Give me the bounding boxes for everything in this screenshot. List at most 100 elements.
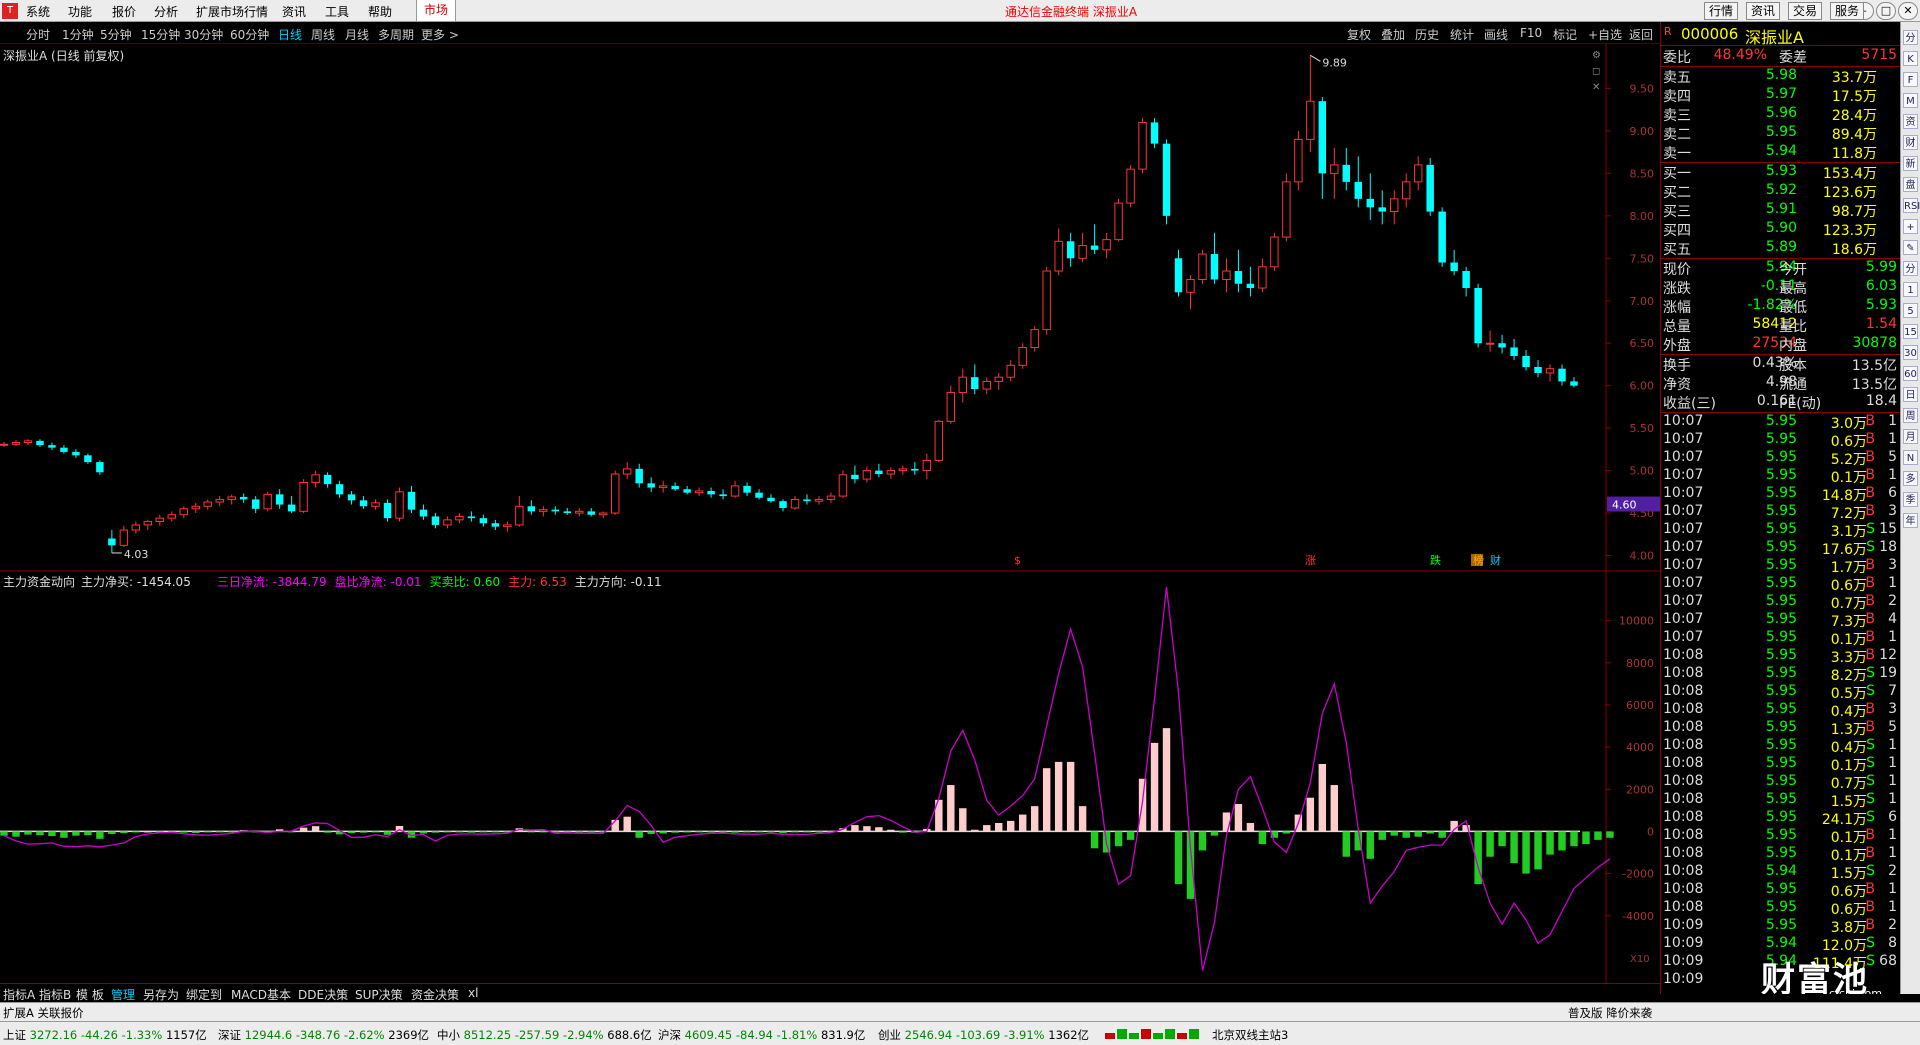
event-marker[interactable]: 榜 [1473, 553, 1484, 567]
ask-row[interactable]: 卖四 5.97 17.5万 [1661, 86, 1900, 105]
maximize-icon[interactable]: □ [1876, 2, 1896, 20]
menu-item-7[interactable]: 帮助 [368, 3, 392, 20]
side-tool-icon[interactable]: 周 [1903, 408, 1918, 423]
period-9[interactable]: 多周期 [378, 26, 414, 43]
server-name[interactable]: 北京双线主站3 [1212, 1027, 1288, 1043]
side-tool-icon[interactable]: 15 [1903, 324, 1918, 339]
toolbar-0[interactable]: 复权 [1347, 26, 1371, 43]
side-tool-icon[interactable]: 日 [1903, 387, 1918, 402]
side-tool-icon[interactable]: 新 [1903, 156, 1918, 171]
index-3[interactable]: 沪深 4609.45 -84.94 -1.81% 831.9亿 [658, 1027, 865, 1043]
toolbar-2[interactable]: 历史 [1415, 26, 1439, 43]
period-3[interactable]: 15分钟 [141, 26, 180, 43]
bottom-tab-6[interactable]: MACD基本 [231, 986, 291, 1003]
index-0[interactable]: 上证 3272.16 -44.26 -1.33% 1157亿 [3, 1027, 207, 1043]
side-tool-icon[interactable]: 1 [1903, 282, 1918, 297]
side-tool-icon[interactable]: 多 [1903, 471, 1918, 486]
menu-item-0[interactable]: 系统 [26, 3, 50, 20]
promo-text[interactable]: 普及版 降价来袭 [1568, 1005, 1652, 1021]
chart-close-icon[interactable]: ✕ [1592, 82, 1600, 93]
kline-chart[interactable]: 9.50 9.00 8.50 8.00 7.50 7.00 6.50 6.00 5.50 5.00… [0, 44, 1660, 994]
event-marker[interactable]: 涨 [1305, 554, 1316, 567]
ext-link[interactable]: 扩展A 关联报价 [3, 1005, 84, 1021]
bid-row[interactable]: 买二 5.92 123.6万 [1661, 182, 1900, 201]
bid-row[interactable]: 买四 5.90 123.3万 [1661, 220, 1900, 239]
bottom-tab-3[interactable]: 管理 [111, 986, 135, 1003]
side-tool-icon[interactable]: + [1903, 219, 1918, 234]
bid-row[interactable]: 买三 5.91 98.7万 [1661, 201, 1900, 220]
chart-settings-icon[interactable]: ⚙ [1592, 50, 1601, 61]
side-tool-icon[interactable]: N [1903, 450, 1918, 465]
ask-row[interactable]: 卖五 5.98 33.7万 [1661, 67, 1900, 86]
period-1[interactable]: 1分钟 [62, 26, 94, 43]
side-tool-icon[interactable]: 财 [1903, 135, 1918, 150]
event-marker[interactable]: $ [1014, 554, 1021, 567]
event-marker[interactable]: 跌 [1430, 553, 1441, 567]
period-5[interactable]: 60分钟 [230, 26, 269, 43]
side-tool-icon[interactable]: 月 [1903, 429, 1918, 444]
close-icon[interactable]: ✕ [1898, 2, 1918, 20]
side-tool-icon[interactable]: ✎ [1903, 240, 1918, 255]
side-tool-icon[interactable]: M [1903, 93, 1918, 108]
index-1[interactable]: 深证 12944.6 -348.76 -2.62% 2369亿 [218, 1027, 429, 1043]
menu-item-2[interactable]: 报价 [112, 3, 136, 20]
period-10[interactable]: 更多 > [421, 26, 459, 43]
bid-volume: 153.4万 [1822, 166, 1877, 182]
side-tool-icon[interactable]: 季 [1903, 492, 1918, 507]
period-8[interactable]: 月线 [345, 26, 369, 43]
toolbar-3[interactable]: 统计 [1450, 26, 1474, 43]
side-tool-icon[interactable]: RSI [1903, 198, 1920, 213]
chart-window-icon[interactable]: ◻ [1592, 66, 1600, 77]
ask-row[interactable]: 卖一 5.94 11.8万 [1661, 143, 1900, 162]
ask-row[interactable]: 卖三 5.96 28.4万 [1661, 105, 1900, 124]
chart-area[interactable]: 9.50 9.00 8.50 8.00 7.50 7.00 6.50 6.00 5.50 5.00… [0, 44, 1660, 994]
bottom-tab-4[interactable]: 另存为 [143, 986, 179, 1003]
bottom-tab-5[interactable]: 绑定到 [186, 986, 222, 1003]
index-4[interactable]: 创业 2546.94 -103.69 -3.91% 1362亿 [878, 1027, 1089, 1043]
side-tool-icon[interactable]: 分 [1903, 30, 1918, 45]
side-tool-icon[interactable]: 60 [1903, 366, 1918, 381]
bottom-tab-9[interactable]: 资金决策 [411, 986, 459, 1003]
bottom-tab-7[interactable]: DDE决策 [298, 986, 348, 1003]
toolbar-6[interactable]: 标记 [1553, 26, 1577, 43]
menu-item-1[interactable]: 功能 [68, 3, 92, 20]
tick-count: 1 [1888, 575, 1897, 591]
menu-item-4[interactable]: 扩展市场行情 [196, 3, 268, 20]
toolbar-5[interactable]: F10 [1520, 26, 1542, 40]
side-tool-icon[interactable]: 30 [1903, 345, 1918, 360]
menu-item-6[interactable]: 工具 [325, 3, 349, 20]
side-tool-icon[interactable]: 盘 [1903, 177, 1918, 192]
top-button-0[interactable]: 行情 [1704, 2, 1739, 20]
side-tool-icon[interactable]: 5 [1903, 303, 1918, 318]
top-button-1[interactable]: 资讯 [1746, 2, 1781, 20]
market-tab[interactable]: 市场 [416, 0, 456, 21]
menu-item-3[interactable]: 分析 [154, 3, 178, 20]
toolbar-8[interactable]: 返回 [1629, 26, 1653, 43]
top-button-2[interactable]: 交易 [1788, 2, 1823, 20]
side-tool-icon[interactable]: F [1903, 72, 1918, 87]
bottom-tab-2[interactable]: 模 板 [76, 986, 104, 1003]
bottom-tab-1[interactable]: 指标B [39, 986, 71, 1003]
bottom-tab-0[interactable]: 指标A [3, 986, 35, 1003]
toolbar-7[interactable]: +自选 [1588, 26, 1622, 43]
bottom-tab-8[interactable]: SUP决策 [355, 986, 403, 1003]
bottom-tab-10[interactable]: xl [468, 986, 478, 1000]
period-4[interactable]: 30分钟 [184, 26, 223, 43]
event-marker[interactable]: 财 [1490, 553, 1501, 567]
period-7[interactable]: 周线 [311, 26, 335, 43]
menu-item-5[interactable]: 资讯 [282, 3, 306, 20]
index-2[interactable]: 中小 8512.25 -257.59 -2.94% 688.6亿 [437, 1027, 652, 1043]
bid-row[interactable]: 买五 5.89 18.6万 [1661, 239, 1900, 258]
toolbar-1[interactable]: 叠加 [1381, 26, 1405, 43]
toolbar-4[interactable]: 画线 [1484, 26, 1508, 43]
bid-row[interactable]: 买一 5.93 153.4万 [1661, 163, 1900, 182]
side-tool-icon[interactable]: 年 [1903, 513, 1918, 528]
period-0[interactable]: 分时 [26, 26, 50, 43]
period-6[interactable]: 日线 [278, 26, 302, 43]
side-tool-icon[interactable]: K [1903, 51, 1918, 66]
period-2[interactable]: 5分钟 [100, 26, 132, 43]
top-button-3[interactable]: 服务 [1830, 2, 1865, 20]
ask-row[interactable]: 卖二 5.95 89.4万 [1661, 124, 1900, 143]
side-tool-icon[interactable]: 分 [1903, 261, 1918, 276]
side-tool-icon[interactable]: 资 [1903, 114, 1918, 129]
